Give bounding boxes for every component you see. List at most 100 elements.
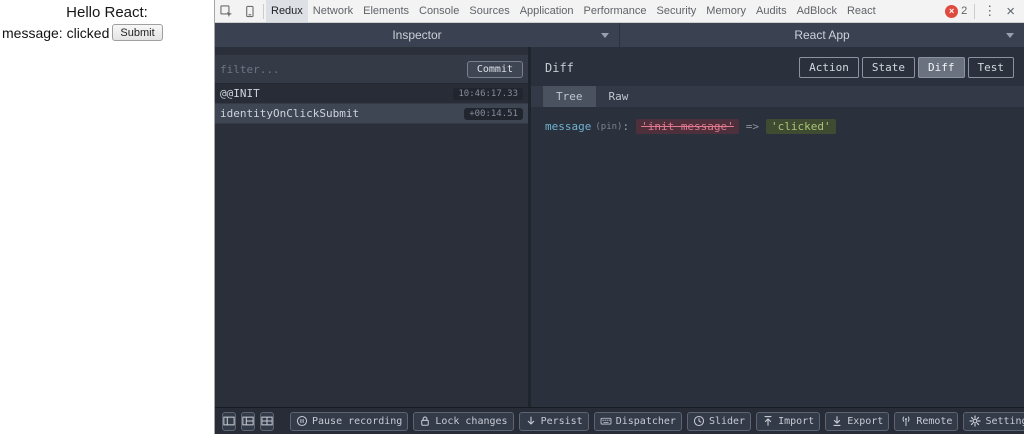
error-count: 2 xyxy=(961,5,968,17)
tab-audits[interactable]: Audits xyxy=(751,0,792,22)
action-name: identityOnClickSubmit xyxy=(220,107,360,120)
lock-icon xyxy=(421,416,430,426)
diff-arrow: => xyxy=(745,120,760,133)
tab-redux[interactable]: Redux xyxy=(266,0,308,22)
message-text: message: clicked xyxy=(2,24,110,41)
pause-recording-button[interactable]: Pause recording xyxy=(290,411,409,431)
inspect-element-icon[interactable] xyxy=(215,0,238,22)
error-icon: × xyxy=(945,4,959,18)
diff-added-value: 'clicked' xyxy=(766,119,836,134)
diff-removed-value: 'init message' xyxy=(636,119,739,134)
divider xyxy=(263,3,264,19)
action-timestamp: +00:14.51 xyxy=(464,107,523,120)
action-row-identity-on-click-submit[interactable]: identityOnClickSubmit +00:14.51 xyxy=(215,104,528,124)
devtools-topbar-right: × 2 ⋮ × xyxy=(945,3,1024,20)
devtools-tabs: Redux Network Elements Console Sources A… xyxy=(266,0,881,22)
inspector-main: Commit @@INIT 10:46:17.33 identityOnClic… xyxy=(215,47,1024,407)
persist-arrow-icon xyxy=(527,416,534,425)
detail-panel-header: Diff Action State Diff Test xyxy=(531,47,1024,86)
tab-performance[interactable]: Performance xyxy=(579,0,652,22)
layout-three-pane-button[interactable] xyxy=(241,411,255,431)
layout-two-pane-icon xyxy=(223,416,235,426)
layout-two-pane-button[interactable] xyxy=(222,411,236,431)
monitor-select-inspector[interactable]: Inspector xyxy=(215,23,619,47)
settings-button[interactable]: Settings xyxy=(963,411,1024,431)
action-mode-button[interactable]: Action xyxy=(799,57,859,78)
pause-recording-label: Pause recording xyxy=(312,415,403,427)
tab-adblock[interactable]: AdBlock xyxy=(792,0,842,22)
divider xyxy=(974,3,976,19)
tab-application[interactable]: Application xyxy=(515,0,579,22)
clock-icon xyxy=(693,415,704,427)
remote-button[interactable]: Remote xyxy=(894,411,959,431)
layout-three-pane-icon xyxy=(242,416,254,426)
dispatcher-button[interactable]: Dispatcher xyxy=(593,411,682,431)
submit-button[interactable]: Submit xyxy=(112,24,163,41)
layout-grid-button[interactable] xyxy=(260,411,274,431)
mode-button-group: Action State Diff Test xyxy=(799,57,1014,78)
tab-security[interactable]: Security xyxy=(652,0,702,22)
webpage: Hello React: message: clicked Submit xyxy=(0,0,214,434)
export-label: Export xyxy=(847,415,884,427)
action-row-init[interactable]: @@INIT 10:46:17.33 xyxy=(215,84,528,104)
bottom-toolbar: Pause recording Lock changes Persist Dis… xyxy=(215,407,1024,434)
panel-title: Diff xyxy=(545,60,574,75)
diff-pin-label: (pin) xyxy=(595,121,623,132)
import-icon xyxy=(764,415,772,426)
tree-tab[interactable]: Tree xyxy=(543,86,596,107)
tab-elements[interactable]: Elements xyxy=(358,0,414,22)
layout-grid-icon xyxy=(261,416,273,426)
tab-network[interactable]: Network xyxy=(308,0,358,22)
console-error-badge[interactable]: × 2 xyxy=(945,4,968,18)
export-button[interactable]: Export xyxy=(825,411,890,431)
device-toolbar-icon[interactable] xyxy=(238,0,261,22)
devtools-tab-bar: Redux Network Elements Console Sources A… xyxy=(215,0,1024,23)
persist-label: Persist xyxy=(540,415,583,427)
lock-changes-button[interactable]: Lock changes xyxy=(413,411,514,431)
kebab-menu-icon[interactable]: ⋮ xyxy=(977,3,1002,19)
slider-label: Slider xyxy=(708,415,746,427)
page-title: Hello React: xyxy=(66,4,148,21)
persist-button[interactable]: Persist xyxy=(518,411,589,431)
action-name: @@INIT xyxy=(220,87,260,100)
commit-button[interactable]: Commit xyxy=(466,60,523,78)
view-tab-row: Tree Raw xyxy=(531,86,1024,107)
monitor-selector-bar: Inspector React App xyxy=(215,23,1024,47)
lock-changes-label: Lock changes xyxy=(435,415,508,427)
diff-key: message xyxy=(545,120,592,133)
instance-select-label: React App xyxy=(794,28,850,42)
action-filter-row: Commit xyxy=(215,55,528,84)
tab-console[interactable]: Console xyxy=(414,0,464,22)
dispatcher-label: Dispatcher xyxy=(615,415,676,427)
gear-icon xyxy=(969,415,982,427)
instance-select-react-app[interactable]: React App xyxy=(619,23,1024,47)
slider-button[interactable]: Slider xyxy=(686,411,752,431)
import-label: Import xyxy=(778,415,815,427)
action-timestamp: 10:46:17.33 xyxy=(453,87,523,100)
diff-colon: : xyxy=(622,120,630,133)
remote-label: Remote xyxy=(916,415,953,427)
state-mode-button[interactable]: State xyxy=(861,57,915,78)
chevron-down-icon xyxy=(1006,33,1014,38)
tab-sources[interactable]: Sources xyxy=(464,0,514,22)
diff-view: message (pin) : 'init message' => 'click… xyxy=(531,107,1024,146)
action-list-panel: Commit @@INIT 10:46:17.33 identityOnClic… xyxy=(215,47,531,407)
test-mode-button[interactable]: Test xyxy=(967,57,1014,78)
close-icon[interactable]: × xyxy=(1002,3,1021,20)
pause-icon xyxy=(296,415,308,427)
action-detail-panel: Diff Action State Diff Test Tree Raw mes… xyxy=(531,47,1024,407)
diff-mode-button[interactable]: Diff xyxy=(918,57,965,78)
inspector-select-label: Inspector xyxy=(392,28,442,42)
remote-antenna-icon xyxy=(902,416,910,427)
settings-label: Settings xyxy=(985,415,1024,427)
message-line: message: clicked Submit xyxy=(0,24,214,41)
chevron-down-icon xyxy=(601,33,609,38)
screen: Hello React: message: clicked Submit Red… xyxy=(0,0,1024,434)
tab-react[interactable]: React xyxy=(842,0,881,22)
keyboard-icon xyxy=(600,417,612,425)
raw-tab[interactable]: Raw xyxy=(596,86,642,107)
filter-input[interactable] xyxy=(220,62,461,76)
tab-memory[interactable]: Memory xyxy=(701,0,751,22)
import-button[interactable]: Import xyxy=(756,411,821,431)
export-icon xyxy=(833,416,841,427)
